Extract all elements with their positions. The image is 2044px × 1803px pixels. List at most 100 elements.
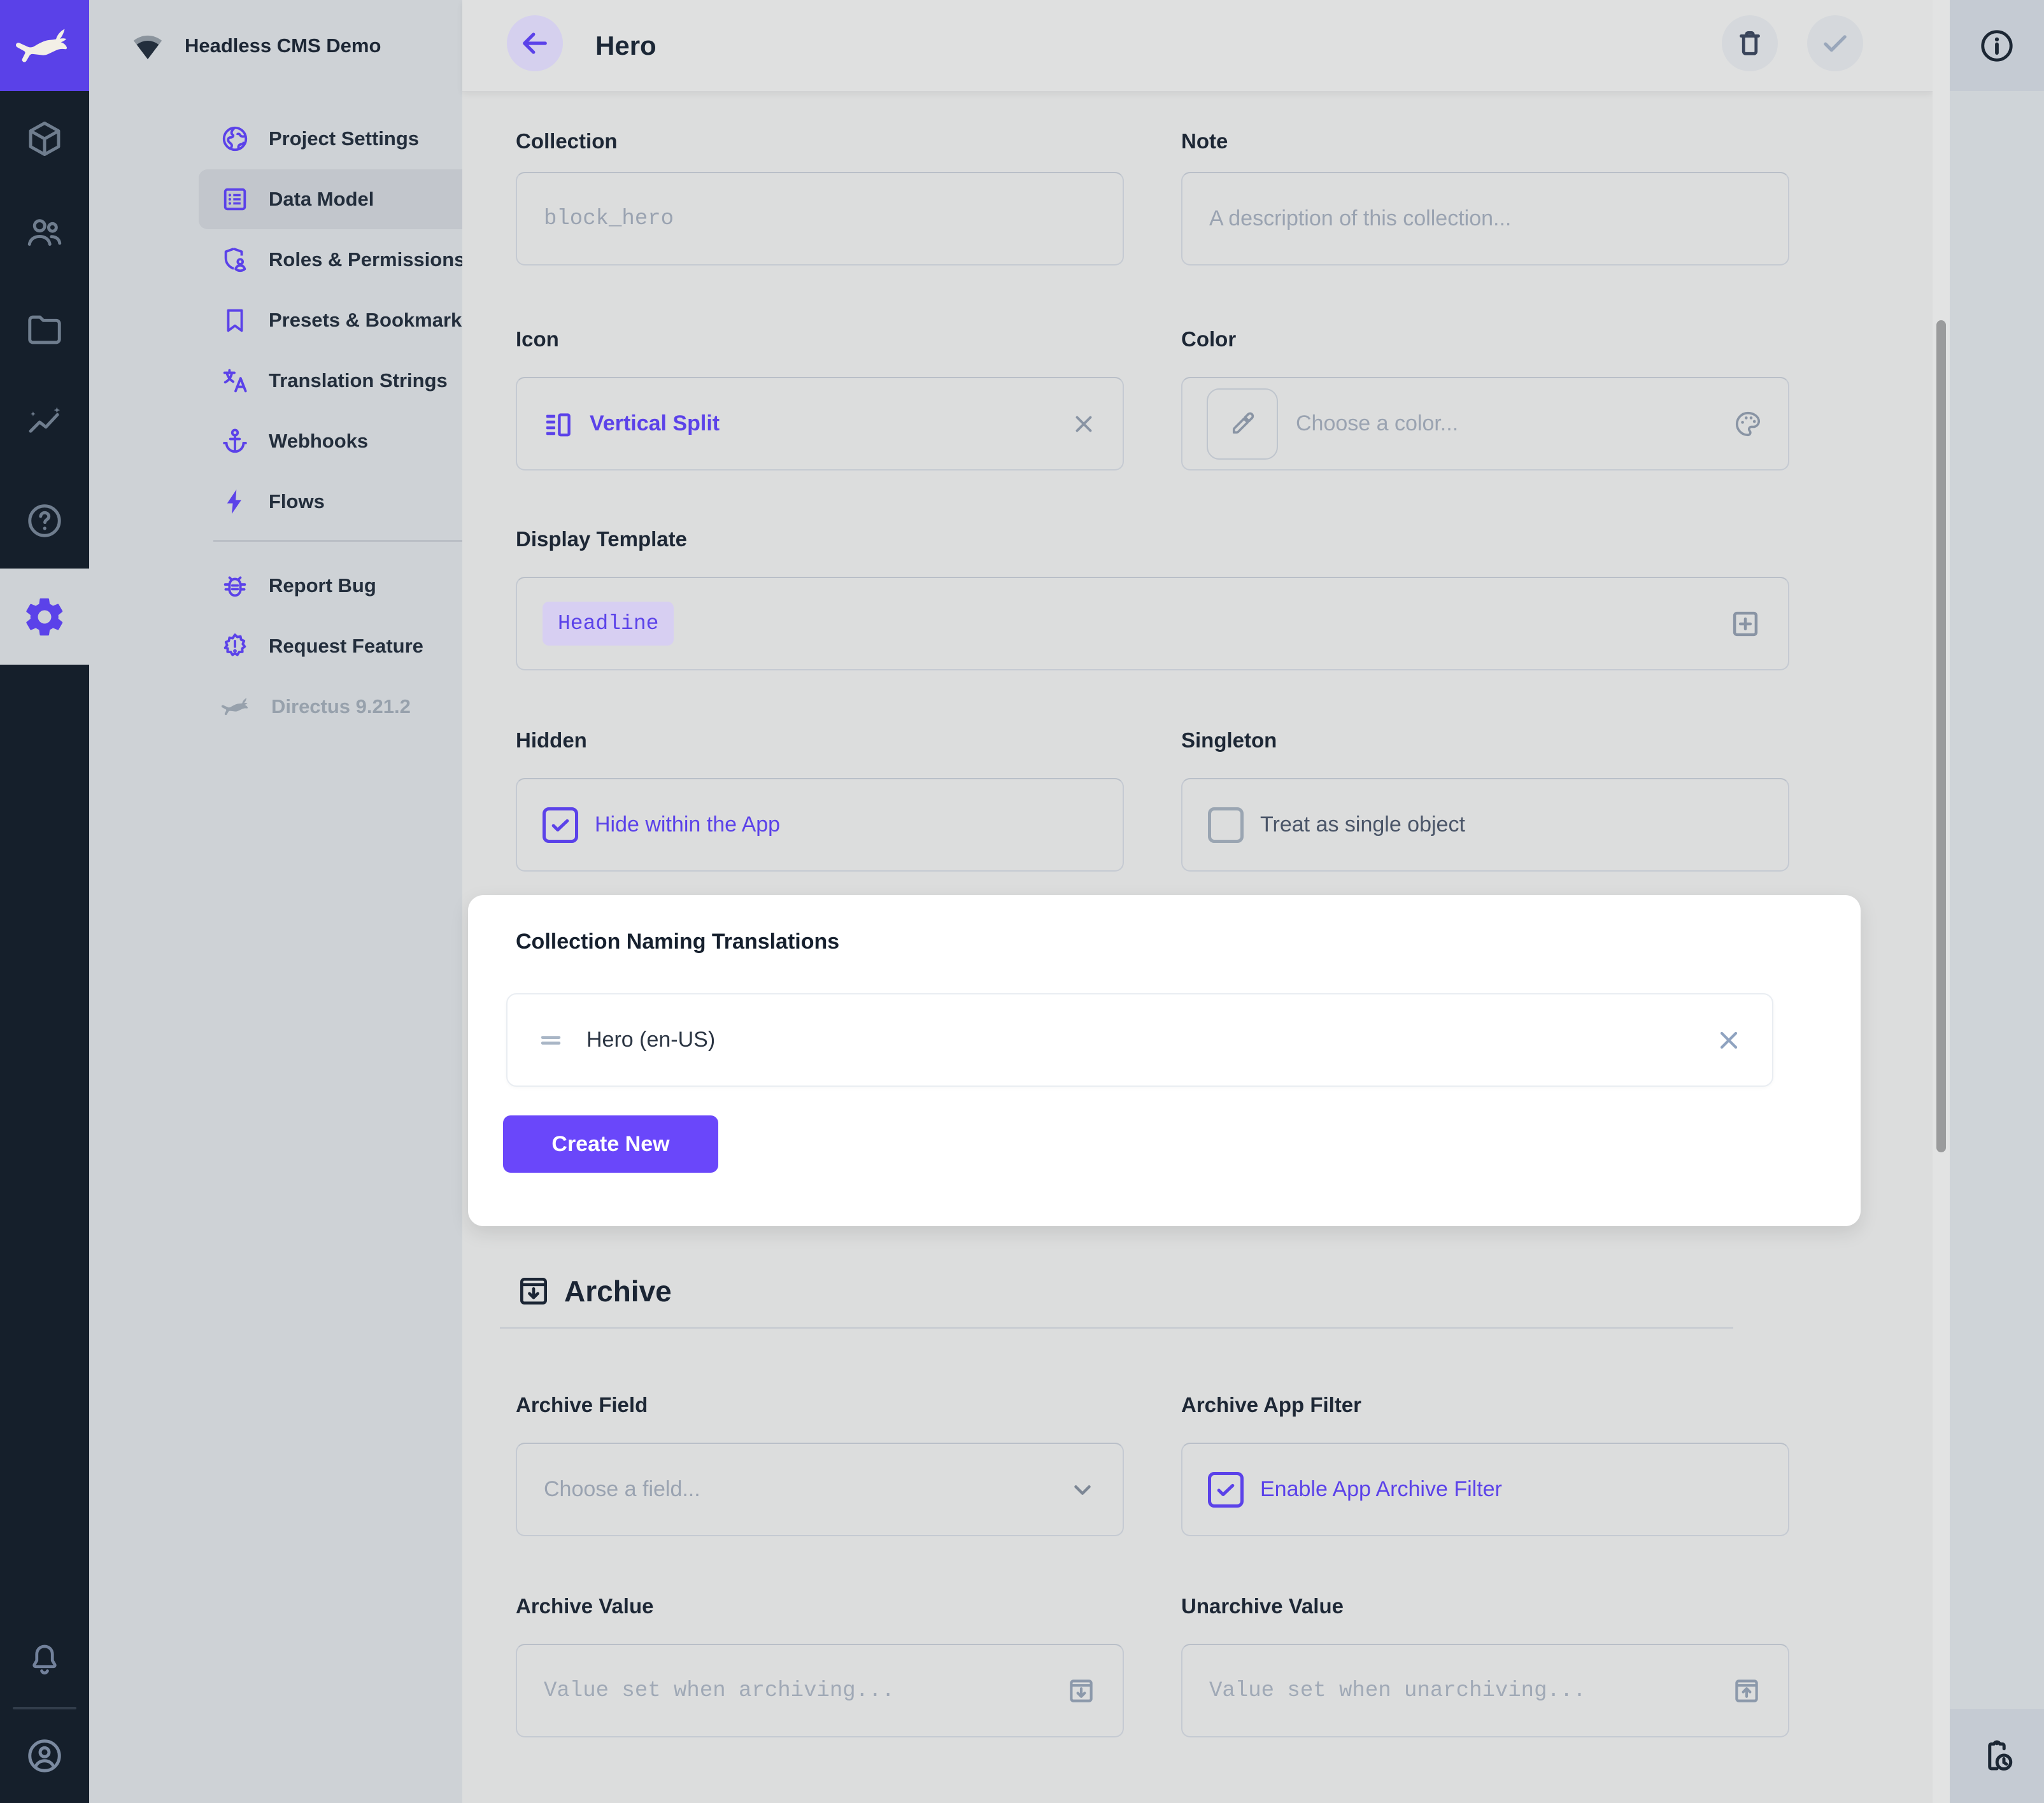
modbar-divider: [13, 1707, 76, 1709]
unarchive-value-input[interactable]: [1181, 1644, 1789, 1737]
display-template-label: Display Template: [516, 527, 1124, 551]
sidebar-item-label: Webhooks: [269, 430, 368, 453]
revisions-button[interactable]: [1950, 1709, 2044, 1803]
chevron-down-icon: [1068, 1475, 1097, 1504]
sidebar-item-label: Report Bug: [269, 574, 376, 597]
people-icon: [25, 213, 64, 252]
sidebar: Headless CMS Demo Project Settings Data …: [89, 0, 462, 1803]
plus-box-icon[interactable]: [1728, 607, 1763, 641]
palette-icon[interactable]: [1733, 409, 1763, 439]
clipboard-clock-icon: [1978, 1737, 2016, 1775]
create-new-button[interactable]: Create New: [503, 1115, 718, 1173]
x-icon[interactable]: [1715, 1026, 1743, 1054]
archive-field-select[interactable]: [516, 1443, 1124, 1536]
save-button[interactable]: [1807, 15, 1863, 71]
cube-icon: [25, 119, 64, 159]
vertical-split-icon: [543, 409, 573, 439]
right-sidebar: [1950, 0, 2044, 1803]
shield-person-icon: [220, 245, 250, 274]
archive-divider: [500, 1327, 1733, 1329]
rabbit-icon: [220, 696, 252, 718]
hidden-field: Hide within the App: [516, 778, 1124, 872]
scrollbar-thumb[interactable]: [1936, 320, 1946, 1152]
collection-label: Collection: [516, 129, 1124, 153]
badge-exclaim-icon: [220, 632, 250, 661]
bell-icon: [25, 1641, 64, 1679]
bolt-icon: [220, 487, 250, 516]
avatar-icon: [25, 1736, 64, 1776]
help-icon: [25, 501, 64, 541]
sidebar-item-label: Presets & Bookmarks: [269, 309, 473, 332]
sidebar-item-label: Data Model: [269, 188, 374, 211]
color-label: Color: [1181, 327, 1789, 351]
page-header: Hero: [462, 0, 1933, 92]
archive-box-icon: [516, 1273, 551, 1309]
eyedropper-button[interactable]: [1207, 388, 1278, 460]
template-field-chip[interactable]: Headline: [543, 602, 674, 646]
sidebar-item-label: Roles & Permissions: [269, 248, 465, 271]
module-bar: [0, 0, 89, 1803]
gear-icon: [22, 595, 67, 639]
hidden-checkbox[interactable]: [543, 807, 578, 843]
x-icon[interactable]: [1070, 411, 1097, 437]
main-content: Hero Collection Note Icon Color: [462, 0, 1933, 1803]
archive-app-filter-checkbox[interactable]: [1208, 1472, 1244, 1508]
archive-title: Archive: [564, 1274, 672, 1308]
translation-item-label: Hero (en-US): [586, 1028, 1693, 1052]
delete-button[interactable]: [1722, 15, 1778, 71]
info-button[interactable]: [1950, 0, 2044, 91]
singleton-checkbox-label[interactable]: Treat as single object: [1260, 812, 1465, 837]
display-template-input[interactable]: Headline: [516, 577, 1789, 670]
bug-icon: [220, 571, 250, 600]
archive-field-label: Archive Field: [516, 1393, 1124, 1417]
archive-app-filter-field: Enable App Archive Filter: [1181, 1443, 1789, 1536]
translation-list-item[interactable]: Hero (en-US): [506, 993, 1773, 1087]
drag-handle-icon[interactable]: [537, 1026, 565, 1054]
icon-label: Icon: [516, 327, 1124, 351]
archive-up-icon: [1731, 1675, 1763, 1707]
folder-icon: [25, 310, 64, 350]
singleton-checkbox[interactable]: [1208, 807, 1244, 843]
module-files[interactable]: [0, 295, 89, 365]
archive-app-filter-label: Archive App Filter: [1181, 1393, 1789, 1417]
module-content[interactable]: [0, 104, 89, 174]
collection-naming-translations-card: Collection Naming Translations Hero (en-…: [468, 895, 1861, 1226]
page-title: Hero: [595, 0, 656, 91]
hidden-checkbox-label[interactable]: Hide within the App: [595, 812, 780, 837]
module-settings[interactable]: [0, 569, 89, 665]
module-users[interactable]: [0, 197, 89, 267]
icon-input[interactable]: Vertical Split: [516, 377, 1124, 470]
translations-title: Collection Naming Translations: [516, 930, 839, 954]
note-input[interactable]: [1181, 172, 1789, 265]
bookmark-icon: [220, 306, 250, 335]
module-docs[interactable]: [0, 486, 89, 556]
translate-icon: [220, 366, 250, 395]
project-name: Headless CMS Demo: [185, 34, 381, 57]
archive-app-filter-checkbox-label[interactable]: Enable App Archive Filter: [1260, 1477, 1502, 1502]
collection-input[interactable]: [516, 172, 1124, 265]
arrow-left-icon: [518, 27, 551, 60]
archive-down-icon: [1065, 1675, 1097, 1707]
wifi-icon: [130, 28, 166, 64]
archive-heading: Archive: [516, 1273, 672, 1309]
archive-value-label: Archive Value: [516, 1594, 1124, 1618]
project-header[interactable]: Headless CMS Demo: [89, 0, 462, 91]
create-new-label: Create New: [551, 1132, 669, 1157]
unarchive-value-label: Unarchive Value: [1181, 1594, 1789, 1618]
notifications-button[interactable]: [0, 1625, 89, 1695]
check-icon: [1819, 27, 1852, 60]
module-insights[interactable]: [0, 387, 89, 457]
rabbit-icon: [14, 25, 75, 67]
sidebar-item-label: Translation Strings: [269, 369, 448, 392]
anchor-icon: [220, 427, 250, 456]
directus-logo[interactable]: [0, 0, 89, 91]
globe-icon: [220, 124, 250, 153]
icon-value: Vertical Split: [590, 411, 1054, 436]
hidden-label: Hidden: [516, 728, 1124, 753]
data-model-icon: [220, 185, 250, 214]
back-button[interactable]: [507, 15, 563, 71]
user-menu-button[interactable]: [0, 1721, 89, 1791]
singleton-label: Singleton: [1181, 728, 1789, 753]
archive-value-input[interactable]: [516, 1644, 1124, 1737]
color-input[interactable]: [1181, 377, 1789, 470]
